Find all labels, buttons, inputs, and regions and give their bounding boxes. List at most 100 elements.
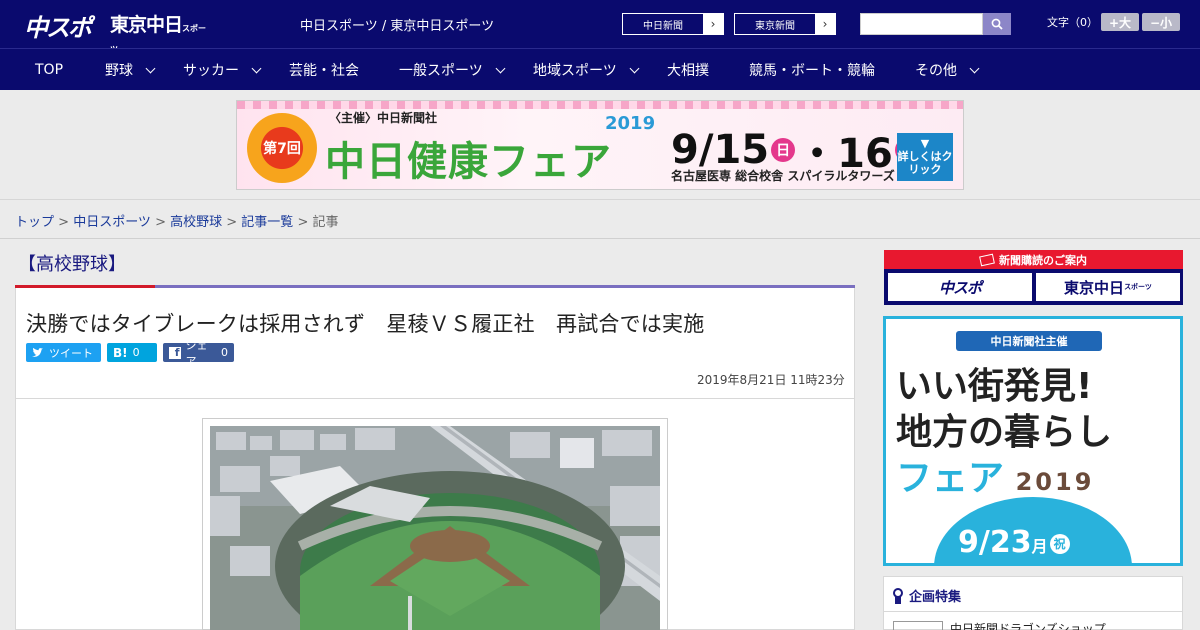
feature-title-text: 企画特集	[909, 590, 962, 605]
stadium-aerial-image	[210, 426, 660, 630]
nav-item-regional-sports[interactable]: 地域スポーツ	[533, 49, 640, 91]
facebook-share-label: シェア	[185, 338, 208, 368]
nav-label: 地域スポーツ	[533, 63, 617, 79]
site-name[interactable]: 中日スポーツ / 東京中日スポーツ	[300, 15, 494, 34]
nav-label: 競馬・ボート・競輪	[749, 63, 875, 79]
chevron-down-icon	[969, 63, 980, 73]
fair-line-2: 地方の暮らし	[896, 412, 1113, 453]
banner-day-1: 日	[771, 138, 796, 162]
chuspo-logo[interactable]: 中スポ	[24, 8, 102, 42]
fair-host-tag: 中日新聞社主催	[956, 331, 1102, 351]
fair-year: 2019	[1015, 468, 1095, 496]
article-headline: 決勝ではタイブレークは採用されず 星稜ＶＳ履正社 再試合では実施	[26, 312, 705, 336]
divider	[15, 398, 855, 399]
breadcrumb-separator: >	[222, 215, 242, 230]
banner-year: 2019	[605, 113, 656, 134]
feature-item-dragons-shop[interactable]: 中日新聞ドラゴンズショップ	[950, 620, 1106, 630]
fair-day: 月	[1031, 537, 1048, 556]
tokyo-shimbun-link[interactable]: 東京新聞 ›	[734, 13, 836, 35]
health-fair-banner[interactable]: 第7回 〈主催〉中日新聞社 中日健康フェア 2019 9/15 日 ・16 祝 …	[236, 100, 964, 190]
breadcrumb-separator: >	[293, 215, 313, 230]
main-nav: TOP 野球 サッカー 芸能・社会 一般スポーツ 地域スポーツ 大相撲 競馬・ボ…	[0, 48, 1200, 90]
banner-cta-text: 詳しくはクリック	[897, 150, 953, 176]
banner-badge-text: 第7回	[263, 141, 301, 157]
feature-thumbnail[interactable]	[893, 621, 943, 630]
nav-label: サッカー	[183, 63, 239, 79]
search-input[interactable]	[860, 13, 983, 35]
chevron-down-icon	[495, 63, 506, 73]
nav-label: 大相撲	[667, 63, 709, 79]
tokyo-logo-text: 東京中日	[110, 14, 183, 36]
banner-venue: 名古屋医専 総合校舎 スパイラルタワーズ	[671, 169, 895, 183]
nav-label: 野球	[105, 63, 133, 79]
nav-label: その他	[915, 63, 957, 79]
nav-label: 一般スポーツ	[399, 63, 483, 79]
nav-label: TOP	[35, 62, 64, 78]
chevron-down-icon	[145, 63, 156, 73]
chevron-right-icon: ›	[703, 14, 723, 34]
facebook-icon: f	[169, 346, 181, 359]
link-label: 中日新聞	[643, 20, 683, 32]
subscription-header[interactable]: 新聞購読のご案内	[884, 250, 1183, 269]
breadcrumb-separator: >	[150, 215, 171, 230]
nav-item-sumo[interactable]: 大相撲	[667, 49, 709, 91]
chevron-down-icon	[629, 63, 640, 73]
font-size-label: 文字（0）	[1047, 16, 1098, 29]
divider	[884, 611, 1182, 612]
subscription-header-text: 新聞購読のご案内	[999, 253, 1087, 267]
tokyo-chunichi-logo[interactable]: 東京中日スポーツ	[110, 10, 210, 54]
fair-date: 9/23月祝	[958, 525, 1070, 560]
chuspo-logo-text: 中スポ	[24, 14, 92, 42]
nav-item-entertainment[interactable]: 芸能・社会	[289, 49, 359, 91]
subscribe-chuspo-label: 中スポ	[938, 278, 982, 297]
nav-label: 芸能・社会	[289, 63, 359, 79]
nav-item-soccer[interactable]: サッカー	[183, 49, 262, 91]
hatena-bookmark-button[interactable]: B! 0	[107, 343, 157, 362]
breadcrumb-high-school-baseball[interactable]: 高校野球	[170, 215, 222, 230]
tweet-button[interactable]: ツイート	[26, 343, 101, 362]
subscribe-tokyo-button[interactable]: 東京中日 スポーツ	[1036, 273, 1180, 301]
tweet-label: ツイート	[49, 346, 93, 360]
banner-host: 〈主催〉中日新聞社	[329, 111, 438, 125]
chunichi-shimbun-link[interactable]: 中日新聞 ›	[622, 13, 724, 35]
breadcrumb-home[interactable]: トップ	[15, 215, 54, 230]
nav-item-top[interactable]: TOP	[35, 49, 63, 91]
search-button[interactable]	[983, 13, 1011, 35]
ribbon-icon	[893, 587, 903, 604]
nav-item-other[interactable]: その他	[915, 49, 980, 91]
sunflower-badge: 第7回	[247, 113, 317, 183]
fair-line-3: フェア 2019	[896, 449, 1094, 501]
article-category[interactable]: 【高校野球】	[18, 250, 126, 276]
twitter-bird-icon	[32, 347, 43, 357]
font-larger-button[interactable]: +大	[1101, 13, 1139, 31]
fair-word: フェア	[896, 458, 1005, 499]
feature-title: 企画特集	[893, 586, 961, 605]
breadcrumb-current: 記事	[312, 215, 339, 230]
divider	[0, 238, 1200, 239]
chevron-down-icon	[251, 63, 262, 73]
banner-stripe	[237, 101, 963, 109]
local-living-fair-ad[interactable]: 中日新聞社主催 いい街発見! 地方の暮らし フェア 2019 9/23月祝	[883, 316, 1183, 566]
top-header: 中スポ 東京中日スポーツ 中日スポーツ / 東京中日スポーツ 中日新聞 › 東京…	[0, 0, 1200, 54]
facebook-share-count: 0	[221, 346, 228, 359]
breadcrumb-chunichi-sports[interactable]: 中日スポーツ	[73, 215, 151, 230]
subscribe-chuspo-button[interactable]: 中スポ	[888, 273, 1032, 301]
nav-item-baseball[interactable]: 野球	[105, 49, 156, 91]
fair-holiday: 祝	[1049, 533, 1070, 554]
hatena-count: 0	[132, 346, 140, 359]
fair-line-1: いい街発見!	[896, 366, 1093, 407]
font-smaller-button[interactable]: −小	[1142, 13, 1180, 31]
nav-item-general-sports[interactable]: 一般スポーツ	[399, 49, 506, 91]
banner-cta[interactable]: ▼ 詳しくはクリック	[897, 133, 953, 181]
category-underline-accent	[15, 285, 155, 288]
nav-item-racing[interactable]: 競馬・ボート・競輪	[749, 49, 875, 91]
koshien-stadium-photo[interactable]	[210, 426, 660, 630]
newspaper-icon	[979, 253, 995, 266]
subscribe-tokyo-label: 東京中日	[1064, 278, 1125, 297]
triangle-down-icon: ▼	[920, 137, 930, 150]
breadcrumb-separator: >	[54, 215, 74, 230]
banner-title: 中日健康フェア	[325, 139, 612, 185]
breadcrumb-article-list[interactable]: 記事一覧	[241, 215, 293, 230]
search-icon	[991, 18, 1003, 30]
facebook-share-button[interactable]: f シェア 0	[163, 339, 234, 368]
